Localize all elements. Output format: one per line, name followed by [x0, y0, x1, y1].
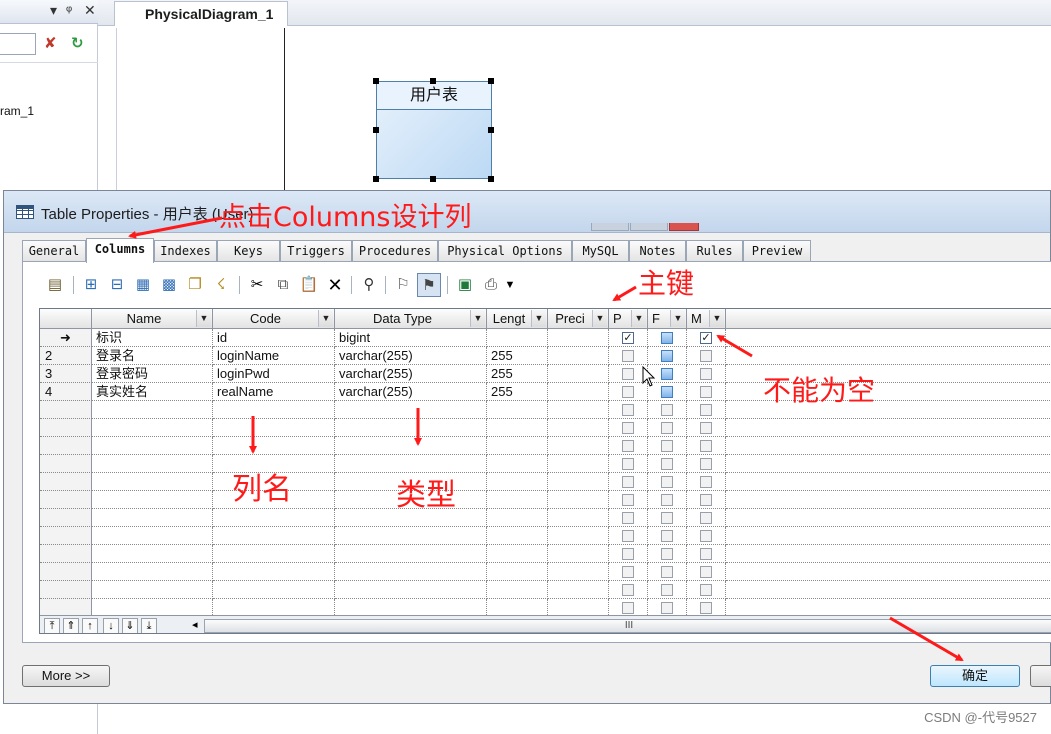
annotation-type: 类型	[396, 478, 456, 513]
arrow-to-mandatory	[716, 334, 753, 358]
annotation-primary-key: 主键	[638, 267, 695, 300]
arrow-to-ok-button	[889, 616, 964, 662]
annotation-arrows	[128, 216, 964, 662]
arrow-to-columns-tab	[128, 216, 223, 239]
arrow-to-primary-key	[612, 285, 637, 302]
annotation-not-null: 不能为空	[763, 374, 876, 407]
annotation-columns-tip: 点击Columns设计列	[219, 202, 472, 233]
annotation-column-name: 列名	[232, 472, 292, 507]
